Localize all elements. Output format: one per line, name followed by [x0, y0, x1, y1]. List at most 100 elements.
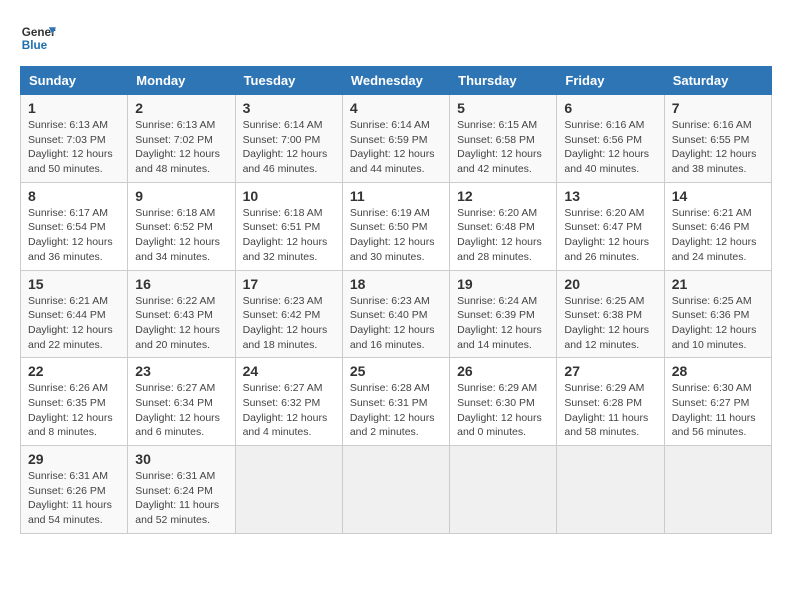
day-info: Sunrise: 6:20 AM Sunset: 6:48 PM Dayligh…	[457, 206, 549, 265]
day-info: Sunrise: 6:14 AM Sunset: 6:59 PM Dayligh…	[350, 118, 442, 177]
day-number: 7	[672, 100, 764, 116]
day-info: Sunrise: 6:14 AM Sunset: 7:00 PM Dayligh…	[243, 118, 335, 177]
day-number: 8	[28, 188, 120, 204]
day-info: Sunrise: 6:23 AM Sunset: 6:42 PM Dayligh…	[243, 294, 335, 353]
week-row-1: 8 Sunrise: 6:17 AM Sunset: 6:54 PM Daylig…	[21, 182, 772, 270]
table-cell: 18 Sunrise: 6:23 AM Sunset: 6:40 PM Dayli…	[342, 270, 449, 358]
table-cell: 26 Sunrise: 6:29 AM Sunset: 6:30 PM Dayli…	[450, 358, 557, 446]
day-info: Sunrise: 6:27 AM Sunset: 6:32 PM Dayligh…	[243, 381, 335, 440]
calendar-table: Sunday Monday Tuesday Wednesday Thursday…	[20, 66, 772, 534]
day-number: 26	[457, 363, 549, 379]
day-number: 2	[135, 100, 227, 116]
day-number: 25	[350, 363, 442, 379]
table-cell: 17 Sunrise: 6:23 AM Sunset: 6:42 PM Dayli…	[235, 270, 342, 358]
day-info: Sunrise: 6:16 AM Sunset: 6:55 PM Dayligh…	[672, 118, 764, 177]
logo-icon: General Blue	[20, 20, 56, 56]
day-info: Sunrise: 6:25 AM Sunset: 6:36 PM Dayligh…	[672, 294, 764, 353]
day-info: Sunrise: 6:20 AM Sunset: 6:47 PM Dayligh…	[564, 206, 656, 265]
table-cell: 13 Sunrise: 6:20 AM Sunset: 6:47 PM Dayli…	[557, 182, 664, 270]
header: General Blue	[20, 20, 772, 56]
table-cell: 11 Sunrise: 6:19 AM Sunset: 6:50 PM Dayli…	[342, 182, 449, 270]
day-number: 28	[672, 363, 764, 379]
table-cell: 9 Sunrise: 6:18 AM Sunset: 6:52 PM Daylig…	[128, 182, 235, 270]
day-info: Sunrise: 6:25 AM Sunset: 6:38 PM Dayligh…	[564, 294, 656, 353]
day-info: Sunrise: 6:18 AM Sunset: 6:52 PM Dayligh…	[135, 206, 227, 265]
table-cell: 12 Sunrise: 6:20 AM Sunset: 6:48 PM Dayli…	[450, 182, 557, 270]
day-info: Sunrise: 6:15 AM Sunset: 6:58 PM Dayligh…	[457, 118, 549, 177]
table-cell: 25 Sunrise: 6:28 AM Sunset: 6:31 PM Dayli…	[342, 358, 449, 446]
table-cell: 27Sunrise: 6:29 AM Sunset: 6:28 PM Dayli…	[557, 358, 664, 446]
table-cell: 6 Sunrise: 6:16 AM Sunset: 6:56 PM Daylig…	[557, 95, 664, 183]
table-cell: 1Sunrise: 6:13 AM Sunset: 7:03 PM Daylig…	[21, 95, 128, 183]
table-cell: 15 Sunrise: 6:21 AM Sunset: 6:44 PM Dayli…	[21, 270, 128, 358]
day-info: Sunrise: 6:26 AM Sunset: 6:35 PM Dayligh…	[28, 381, 120, 440]
day-number: 10	[243, 188, 335, 204]
day-number: 12	[457, 188, 549, 204]
day-number: 3	[243, 100, 335, 116]
table-cell: 29Sunrise: 6:31 AM Sunset: 6:26 PM Dayli…	[21, 446, 128, 534]
day-number: 27	[564, 363, 656, 379]
table-cell: 23 Sunrise: 6:27 AM Sunset: 6:34 PM Dayli…	[128, 358, 235, 446]
day-number: 18	[350, 276, 442, 292]
day-number: 30	[135, 451, 227, 467]
day-info: Sunrise: 6:24 AM Sunset: 6:39 PM Dayligh…	[457, 294, 549, 353]
col-thursday: Thursday	[450, 67, 557, 95]
table-cell: 3 Sunrise: 6:14 AM Sunset: 7:00 PM Daylig…	[235, 95, 342, 183]
day-info: Sunrise: 6:17 AM Sunset: 6:54 PM Dayligh…	[28, 206, 120, 265]
day-info: Sunrise: 6:30 AM Sunset: 6:27 PM Dayligh…	[672, 381, 764, 440]
logo: General Blue	[20, 20, 62, 56]
calendar-header-row: Sunday Monday Tuesday Wednesday Thursday…	[21, 67, 772, 95]
table-cell: 28 Sunrise: 6:30 AM Sunset: 6:27 PM Dayli…	[664, 358, 771, 446]
day-info: Sunrise: 6:31 AM Sunset: 6:24 PM Dayligh…	[135, 469, 227, 528]
day-info: Sunrise: 6:16 AM Sunset: 6:56 PM Dayligh…	[564, 118, 656, 177]
col-saturday: Saturday	[664, 67, 771, 95]
table-cell: 24 Sunrise: 6:27 AM Sunset: 6:32 PM Dayli…	[235, 358, 342, 446]
table-cell: 20 Sunrise: 6:25 AM Sunset: 6:38 PM Dayli…	[557, 270, 664, 358]
day-info: Sunrise: 6:21 AM Sunset: 6:46 PM Dayligh…	[672, 206, 764, 265]
week-row-2: 15 Sunrise: 6:21 AM Sunset: 6:44 PM Dayli…	[21, 270, 772, 358]
table-cell: 14 Sunrise: 6:21 AM Sunset: 6:46 PM Dayli…	[664, 182, 771, 270]
day-number: 13	[564, 188, 656, 204]
table-cell: 30 Sunrise: 6:31 AM Sunset: 6:24 PM Dayli…	[128, 446, 235, 534]
day-number: 21	[672, 276, 764, 292]
col-friday: Friday	[557, 67, 664, 95]
day-number: 11	[350, 188, 442, 204]
day-number: 6	[564, 100, 656, 116]
day-info: Sunrise: 6:29 AM Sunset: 6:30 PM Dayligh…	[457, 381, 549, 440]
table-cell: 21 Sunrise: 6:25 AM Sunset: 6:36 PM Dayli…	[664, 270, 771, 358]
day-number: 9	[135, 188, 227, 204]
week-row-4: 29Sunrise: 6:31 AM Sunset: 6:26 PM Dayli…	[21, 446, 772, 534]
col-monday: Monday	[128, 67, 235, 95]
table-cell: 5 Sunrise: 6:15 AM Sunset: 6:58 PM Daylig…	[450, 95, 557, 183]
day-number: 19	[457, 276, 549, 292]
table-cell: 8 Sunrise: 6:17 AM Sunset: 6:54 PM Daylig…	[21, 182, 128, 270]
col-sunday: Sunday	[21, 67, 128, 95]
table-cell	[450, 446, 557, 534]
day-number: 17	[243, 276, 335, 292]
day-info: Sunrise: 6:23 AM Sunset: 6:40 PM Dayligh…	[350, 294, 442, 353]
svg-text:Blue: Blue	[22, 39, 48, 52]
table-cell: 2 Sunrise: 6:13 AM Sunset: 7:02 PM Daylig…	[128, 95, 235, 183]
table-cell	[235, 446, 342, 534]
day-info: Sunrise: 6:18 AM Sunset: 6:51 PM Dayligh…	[243, 206, 335, 265]
day-number: 5	[457, 100, 549, 116]
day-info: Sunrise: 6:22 AM Sunset: 6:43 PM Dayligh…	[135, 294, 227, 353]
table-cell: 7 Sunrise: 6:16 AM Sunset: 6:55 PM Daylig…	[664, 95, 771, 183]
day-number: 24	[243, 363, 335, 379]
day-number: 14	[672, 188, 764, 204]
table-cell: 10 Sunrise: 6:18 AM Sunset: 6:51 PM Dayli…	[235, 182, 342, 270]
day-info: Sunrise: 6:13 AM Sunset: 7:02 PM Dayligh…	[135, 118, 227, 177]
table-cell: 4Sunrise: 6:14 AM Sunset: 6:59 PM Daylig…	[342, 95, 449, 183]
day-number: 20	[564, 276, 656, 292]
day-number: 16	[135, 276, 227, 292]
week-row-0: 1Sunrise: 6:13 AM Sunset: 7:03 PM Daylig…	[21, 95, 772, 183]
table-cell: 22Sunrise: 6:26 AM Sunset: 6:35 PM Dayli…	[21, 358, 128, 446]
day-info: Sunrise: 6:21 AM Sunset: 6:44 PM Dayligh…	[28, 294, 120, 353]
day-info: Sunrise: 6:27 AM Sunset: 6:34 PM Dayligh…	[135, 381, 227, 440]
table-cell: 19 Sunrise: 6:24 AM Sunset: 6:39 PM Dayli…	[450, 270, 557, 358]
day-info: Sunrise: 6:19 AM Sunset: 6:50 PM Dayligh…	[350, 206, 442, 265]
day-info: Sunrise: 6:28 AM Sunset: 6:31 PM Dayligh…	[350, 381, 442, 440]
table-cell	[664, 446, 771, 534]
day-number: 15	[28, 276, 120, 292]
day-number: 23	[135, 363, 227, 379]
